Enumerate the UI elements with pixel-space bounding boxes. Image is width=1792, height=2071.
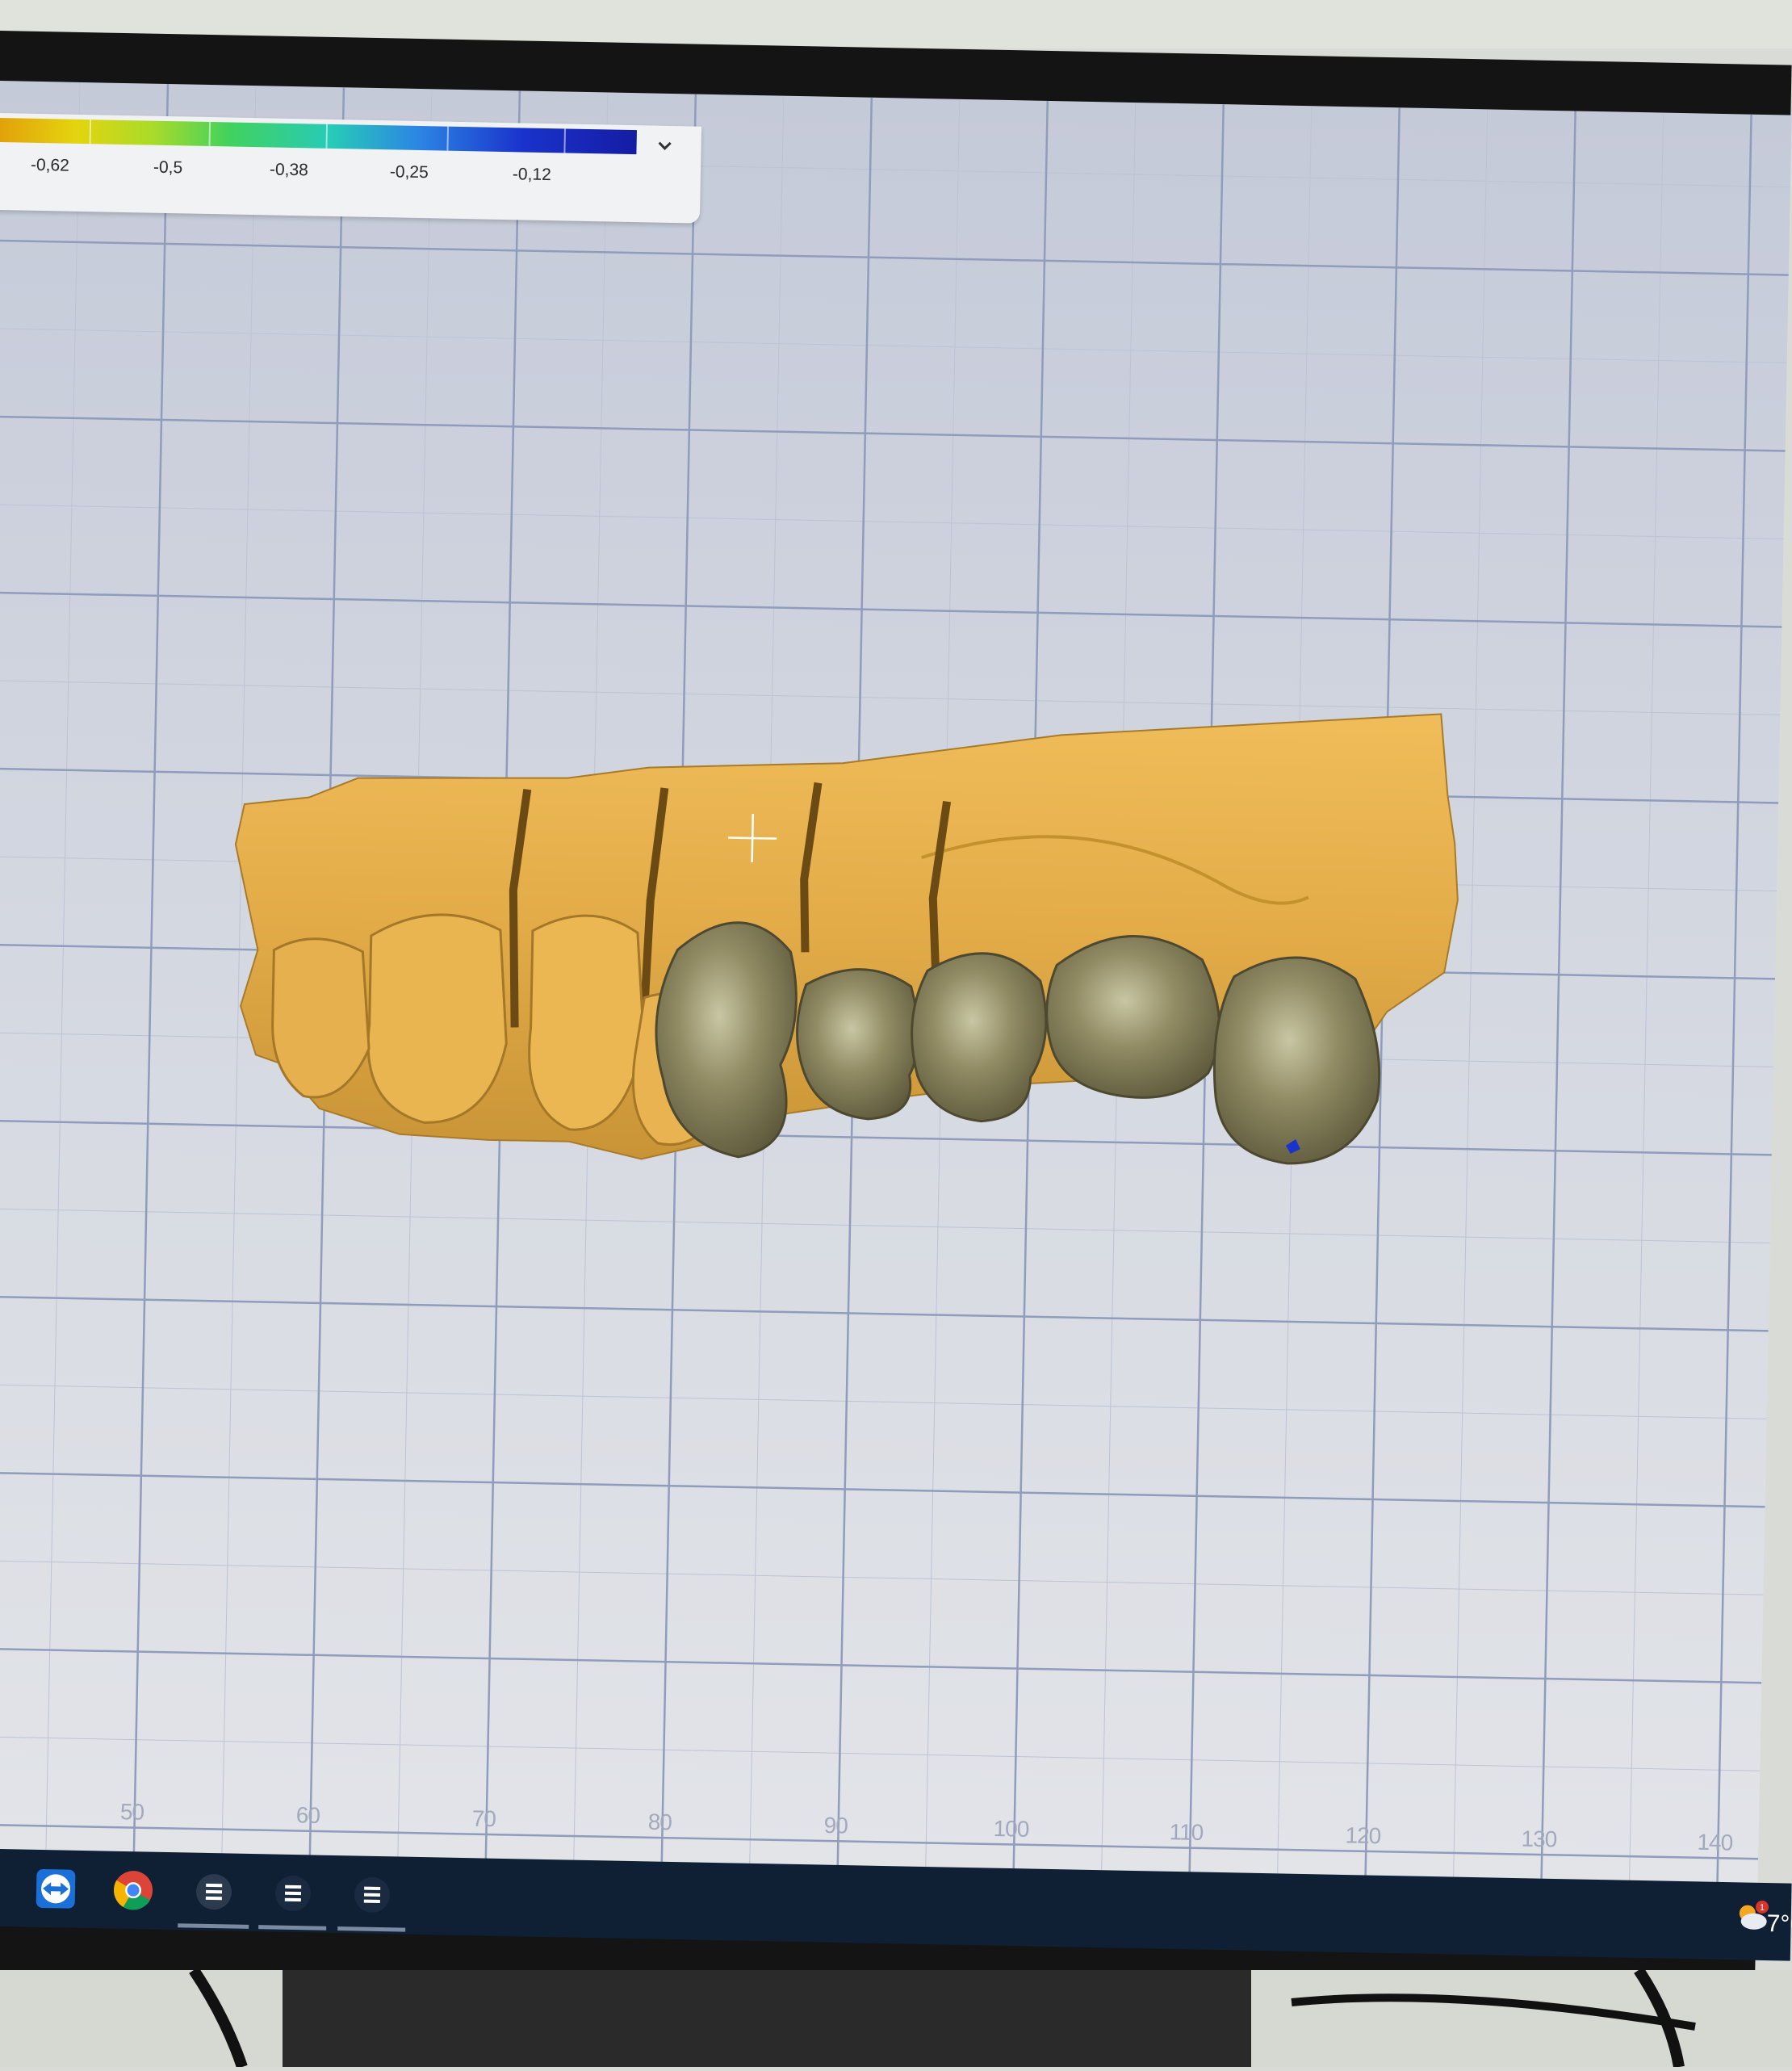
deviation-color-scale-bar <box>0 117 637 155</box>
grid-minor-line <box>0 1736 1761 1771</box>
crown-restoration <box>1212 956 1381 1165</box>
grid-major-line <box>0 591 1782 628</box>
grid-major-line <box>0 1471 1765 1508</box>
scale-label: -0,38 <box>269 160 309 180</box>
grid-major-line <box>1716 114 1752 1891</box>
ruler-label: 130 <box>1521 1826 1557 1852</box>
ruler-label: 100 <box>993 1816 1029 1842</box>
natural-tooth <box>366 913 508 1124</box>
cables <box>189 1967 1696 2069</box>
viewport-3d[interactable]: -0,62 -0,5 -0,38 -0,25 -0,12 50 60 70 80… <box>0 81 1792 1892</box>
ruler-label: 140 <box>1697 1829 1733 1855</box>
grid-minor-line <box>1628 112 1664 1889</box>
scale-tick <box>89 119 92 145</box>
weather-temperature: 7°C <box>1766 1910 1792 1938</box>
weather-icon: 1 <box>1739 1900 1769 1930</box>
grid-major-line <box>0 1295 1769 1332</box>
ruler-label: 120 <box>1345 1822 1381 1849</box>
cad-app-icon[interactable] <box>347 1870 396 1919</box>
chrome-icon[interactable] <box>108 1866 157 1915</box>
ruler-label: 50 <box>119 1799 144 1825</box>
crown-restoration <box>1045 934 1221 1099</box>
scale-tick <box>563 128 566 153</box>
grid-minor-line <box>0 1208 1770 1243</box>
chevron-down-icon[interactable] <box>652 134 677 159</box>
grid-major-line <box>0 1647 1762 1684</box>
grid-major-line <box>0 239 1789 276</box>
open-app-indicator <box>337 1926 406 1932</box>
cad-app-icon[interactable] <box>189 1868 238 1917</box>
dental-model-3d[interactable] <box>220 683 1489 1224</box>
scale-tick <box>446 126 450 151</box>
ruler-label: 60 <box>295 1802 320 1828</box>
deviation-color-scale-panel: -0,62 -0,5 -0,38 -0,25 -0,12 <box>0 112 702 224</box>
ruler-label: 110 <box>1169 1819 1204 1846</box>
grid-major-line <box>1540 111 1576 1888</box>
grid-minor-line <box>0 328 1787 364</box>
scale-label: -0,12 <box>512 165 551 185</box>
ruler-label: 90 <box>823 1812 848 1838</box>
open-app-indicator <box>258 1925 327 1931</box>
ruler-label: 80 <box>647 1809 672 1835</box>
grid-minor-line <box>45 82 81 1859</box>
scale-tick <box>208 121 211 147</box>
scale-tick <box>325 124 329 149</box>
scale-label: -0,25 <box>389 162 429 182</box>
grid-minor-line <box>0 1560 1764 1595</box>
crown-restoration <box>911 952 1048 1123</box>
grid-minor-line <box>0 504 1784 540</box>
grid-major-line <box>132 83 170 1860</box>
scale-label: -0,5 <box>153 157 183 178</box>
monitor-stand-area <box>0 1967 1792 2069</box>
cad-app-icon[interactable] <box>268 1868 317 1918</box>
grid-major-line <box>0 415 1786 452</box>
teamviewer-icon[interactable] <box>31 1864 80 1914</box>
ruler-label: 70 <box>471 1805 496 1832</box>
active-app-indicator <box>178 1923 249 1929</box>
grid-minor-line <box>0 1384 1767 1419</box>
weather-badge: 1 <box>1760 1903 1765 1913</box>
scale-label: -0,62 <box>30 155 70 175</box>
